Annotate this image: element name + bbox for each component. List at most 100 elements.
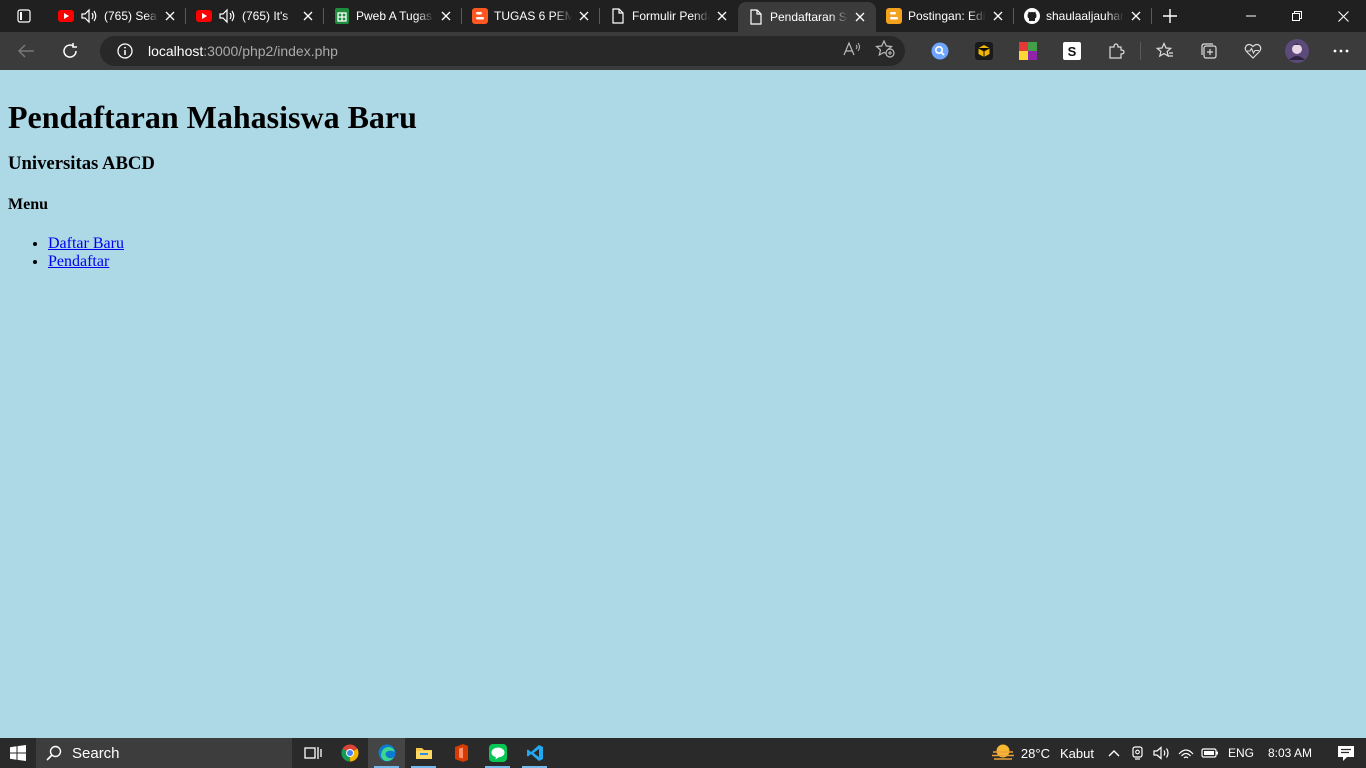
wifi-icon xyxy=(1178,749,1194,759)
window-controls xyxy=(1228,0,1366,32)
extension-box-button[interactable] xyxy=(962,36,1006,66)
tab-title: Pendaftaran Siswa xyxy=(770,10,848,24)
collections-button[interactable] xyxy=(1187,36,1231,66)
vscode-app[interactable] xyxy=(516,738,553,768)
task-view-button[interactable] xyxy=(294,738,331,768)
taskbar-search-box[interactable]: Search xyxy=(36,738,292,768)
speaker-icon xyxy=(1153,746,1169,760)
line-chat-icon xyxy=(488,744,507,762)
tab-title: Postingan: Edit xyxy=(908,9,986,23)
pinned-apps xyxy=(294,738,553,768)
tab-actions-button[interactable] xyxy=(0,0,48,32)
tab-pendaftaran-siswa-active[interactable]: Pendaftaran Siswa xyxy=(738,2,876,32)
letter-s-extension-icon: S xyxy=(1063,42,1081,60)
tab-strip: (765) Search (765) It's Pweb A Tugas TUG… xyxy=(0,0,1366,32)
camera-tray-button[interactable] xyxy=(1126,738,1150,768)
tab-github[interactable]: shaulaaljauhar xyxy=(1014,0,1152,32)
extensions-button[interactable] xyxy=(1094,36,1138,66)
profile-button[interactable] xyxy=(1275,36,1319,66)
address-bar[interactable]: localhost:3000/php2/index.php xyxy=(100,36,905,66)
network-button[interactable] xyxy=(1174,738,1198,768)
windows-logo-icon xyxy=(10,745,26,761)
web-page-content: Pendaftaran Mahasiswa Baru Universitas A… xyxy=(0,70,1366,738)
tab-title: shaulaaljauhar xyxy=(1046,9,1124,23)
settings-more-button[interactable] xyxy=(1319,36,1363,66)
file-explorer-app[interactable] xyxy=(405,738,442,768)
start-button[interactable] xyxy=(0,738,36,768)
read-aloud-icon[interactable] xyxy=(843,40,861,62)
url-path: :3000/php2/index.php xyxy=(203,43,338,59)
weather-widget[interactable]: 28°C Kabut xyxy=(991,743,1094,763)
edge-app[interactable] xyxy=(368,738,405,768)
office-icon xyxy=(454,744,468,762)
audio-playing-icon[interactable] xyxy=(80,8,98,24)
google-sheets-icon xyxy=(334,8,350,24)
volume-button[interactable] xyxy=(1150,738,1174,768)
minimize-icon xyxy=(1246,15,1256,17)
new-tab-button[interactable] xyxy=(1152,0,1188,32)
restore-button[interactable] xyxy=(1274,0,1320,32)
extension-s-button[interactable]: S xyxy=(1050,36,1094,66)
folder-icon xyxy=(415,748,432,759)
document-icon xyxy=(748,9,764,25)
color-tiles-extension-icon xyxy=(1019,42,1037,60)
plus-icon xyxy=(1163,9,1177,23)
search-icon xyxy=(46,745,62,761)
daftar-baru-link[interactable]: Daftar Baru xyxy=(48,235,124,252)
menu-heading: Menu xyxy=(8,196,48,213)
close-icon[interactable] xyxy=(714,8,730,24)
tab-postingan-edit[interactable]: Postingan: Edit xyxy=(876,0,1014,32)
tab-title: TUGAS 6 PEMROGRAMAN xyxy=(494,9,572,23)
pendaftar-link[interactable]: Pendaftar xyxy=(48,253,109,270)
tab-title: (765) Search xyxy=(104,9,158,23)
notification-icon xyxy=(1338,746,1354,761)
tab-formulir-pendaftaran[interactable]: Formulir Pendaftaran xyxy=(600,0,738,32)
line-app[interactable] xyxy=(479,738,516,768)
url-text: localhost:3000/php2/index.php xyxy=(148,43,338,59)
audio-playing-icon[interactable] xyxy=(218,8,236,24)
cube-extension-icon xyxy=(975,42,993,60)
battery-button[interactable] xyxy=(1198,738,1222,768)
chevron-up-icon xyxy=(1108,750,1120,757)
tab-youtube-search[interactable]: (765) Search xyxy=(48,0,186,32)
add-favorite-icon[interactable] xyxy=(875,39,895,63)
close-icon[interactable] xyxy=(990,8,1006,24)
extension-bar: S xyxy=(918,36,1363,66)
show-hidden-icons-button[interactable] xyxy=(1102,738,1126,768)
document-icon xyxy=(610,8,626,24)
arrow-left-icon xyxy=(17,44,34,58)
extension-colorful-button[interactable] xyxy=(1006,36,1050,66)
notification-center-button[interactable] xyxy=(1326,738,1366,768)
minimize-button[interactable] xyxy=(1228,0,1274,32)
favorites-button[interactable] xyxy=(1143,36,1187,66)
toolbar-divider xyxy=(1140,42,1141,60)
tab-list: (765) Search (765) It's Pweb A Tugas TUG… xyxy=(48,0,1152,32)
back-button[interactable] xyxy=(8,36,44,66)
puzzle-icon xyxy=(1109,43,1125,59)
browser-essentials-button[interactable] xyxy=(1231,36,1275,66)
extension-search-button[interactable] xyxy=(918,36,962,66)
camera-icon xyxy=(1132,746,1143,760)
tab-youtube-its[interactable]: (765) It's xyxy=(186,0,324,32)
tab-pweb-tugas[interactable]: Pweb A Tugas xyxy=(324,0,462,32)
input-language[interactable]: ENG xyxy=(1228,746,1254,760)
close-icon[interactable] xyxy=(576,8,592,24)
temperature: 28°C xyxy=(1020,745,1050,761)
close-icon[interactable] xyxy=(162,8,178,24)
refresh-button[interactable] xyxy=(52,36,88,66)
tab-tugas-6[interactable]: TUGAS 6 PEMROGRAMAN xyxy=(462,0,600,32)
avatar xyxy=(1285,39,1309,63)
clock[interactable]: 8:03 AM xyxy=(1268,746,1312,760)
close-icon[interactable] xyxy=(438,8,454,24)
close-window-button[interactable] xyxy=(1320,0,1366,32)
office-app[interactable] xyxy=(442,738,479,768)
site-info-icon[interactable] xyxy=(116,42,134,60)
search-label: Search xyxy=(72,744,120,762)
blogger-icon xyxy=(472,8,488,24)
weather-condition: Kabut xyxy=(1059,745,1094,761)
close-icon[interactable] xyxy=(300,8,316,24)
close-icon[interactable] xyxy=(852,9,868,25)
system-tray: 28°C Kabut ENG 8:03 AM xyxy=(991,738,1366,768)
chrome-app[interactable] xyxy=(331,738,368,768)
close-icon[interactable] xyxy=(1128,8,1144,24)
